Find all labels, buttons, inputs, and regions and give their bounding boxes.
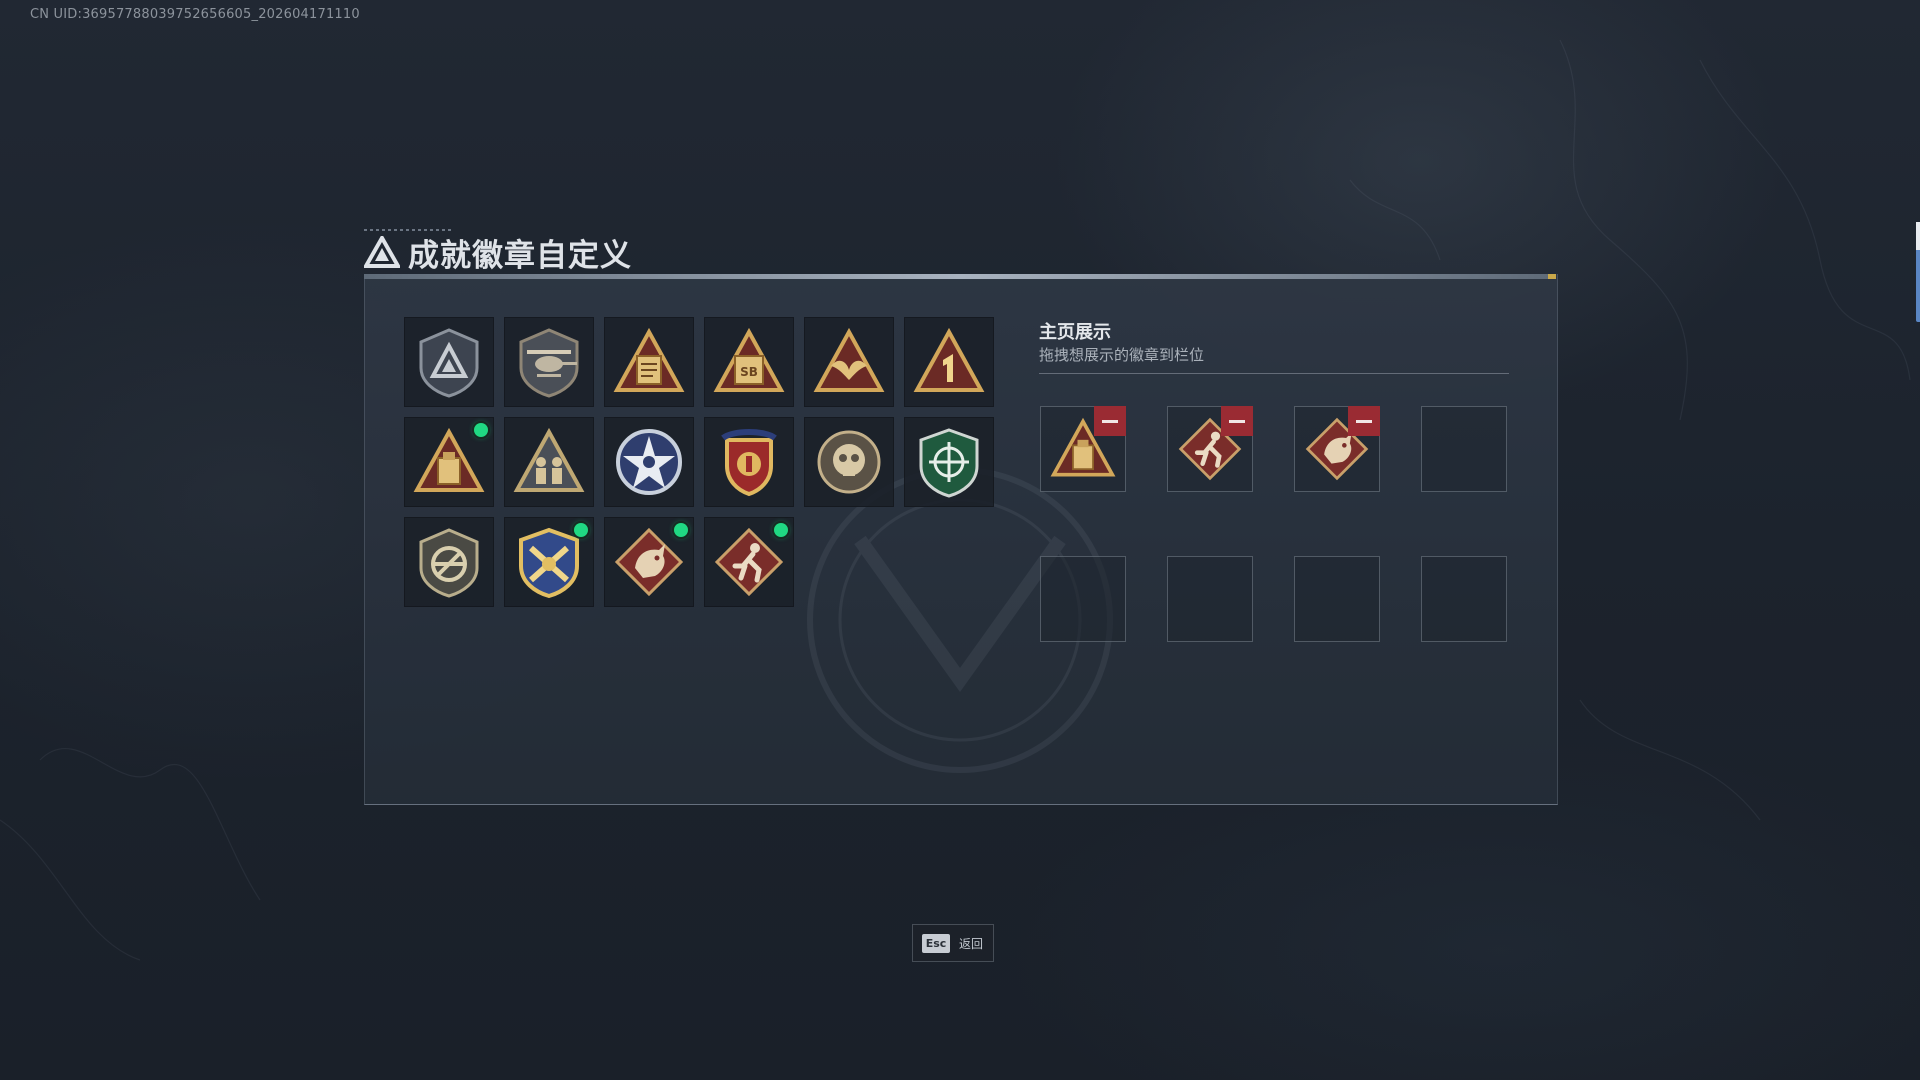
showcase-slot-2[interactable] <box>1167 406 1253 492</box>
badge-slot-runner-diamond[interactable] <box>704 517 794 607</box>
star-medal-badge-icon <box>616 429 682 495</box>
showcase-title: 主页展示 <box>1039 322 1111 343</box>
badge-slot-star-medal[interactable] <box>604 417 694 507</box>
esc-key-hint: Esc <box>922 933 950 953</box>
page-title: 成就徽章自定义 <box>408 237 632 274</box>
shield-triangle-badge-icon <box>419 328 479 398</box>
triangle-logo-icon <box>364 236 400 268</box>
runner-diamond-badge-icon <box>714 527 784 597</box>
back-button[interactable]: Esc 返回 <box>912 924 994 962</box>
new-badge-indicator <box>574 523 588 537</box>
document-triangle-badge-icon <box>613 327 685 392</box>
remove-badge-button[interactable] <box>1221 406 1253 436</box>
showcase-slot-3[interactable] <box>1294 406 1380 492</box>
skull-emblem-badge-icon <box>817 430 881 494</box>
side-tab-highlight <box>1916 222 1920 250</box>
green-crosshair-shield-badge-icon <box>919 428 979 498</box>
badge-inventory-grid: SB <box>404 317 994 607</box>
new-badge-indicator <box>474 423 488 437</box>
new-badge-indicator <box>674 523 688 537</box>
new-badge-indicator <box>774 523 788 537</box>
helicopter-badge-icon <box>519 328 579 398</box>
remove-badge-button[interactable] <box>1094 406 1126 436</box>
showcase-slot-1[interactable] <box>1040 406 1126 492</box>
minus-icon <box>1356 419 1372 423</box>
badge-slot-skull-emblem[interactable] <box>804 417 894 507</box>
svg-text:SB: SB <box>740 365 758 379</box>
badge-slot-number-one-triangle[interactable] <box>904 317 994 407</box>
badge-slot-bird-triangle[interactable] <box>804 317 894 407</box>
badge-slot-no-rifle-shield[interactable] <box>404 517 494 607</box>
minus-icon <box>1229 419 1245 423</box>
bird-triangle-badge-icon <box>813 327 885 392</box>
showcase-slot-5[interactable] <box>1040 556 1126 642</box>
badge-slot-dragon-diamond[interactable] <box>604 517 694 607</box>
minus-icon <box>1102 419 1118 423</box>
badge-slot-soldiers-triangle[interactable] <box>504 417 594 507</box>
number-one-triangle-badge-icon <box>913 327 985 392</box>
badge-slot-green-crosshair-shield[interactable] <box>904 417 994 507</box>
player-uid-label: CN UID:36957788039752656605_202604171110 <box>30 7 360 22</box>
no-rifle-shield-badge-icon <box>419 528 479 598</box>
badge-slot-shield-triangle[interactable] <box>404 317 494 407</box>
showcase-slot-6[interactable] <box>1167 556 1253 642</box>
sb-triangle-badge-icon: SB <box>713 327 785 392</box>
page-header: 成就徽章自定义 <box>364 232 632 274</box>
gold-crossed-arms-badge-icon <box>519 527 579 598</box>
showcase-slot-8[interactable] <box>1421 556 1507 642</box>
remove-badge-button[interactable] <box>1348 406 1380 436</box>
badge-slot-document-triangle[interactable] <box>604 317 694 407</box>
badge-slot-eagle-crest[interactable] <box>704 417 794 507</box>
back-label: 返回 <box>959 936 984 951</box>
showcase-slot-grid <box>1040 406 1507 642</box>
soldiers-triangle-badge-icon <box>513 427 585 492</box>
panel-top-bar <box>364 274 1556 279</box>
showcase-slot-4[interactable] <box>1421 406 1507 492</box>
dragon-diamond-badge-icon <box>614 527 684 597</box>
showcase-subtitle: 拖拽想展示的徽章到栏位 <box>1039 346 1205 364</box>
badge-slot-sb-triangle[interactable]: SB <box>704 317 794 407</box>
showcase-divider <box>1039 373 1509 374</box>
eagle-crest-badge-icon <box>721 429 777 497</box>
badge-slot-helicopter[interactable] <box>504 317 594 407</box>
crate-triangle-badge-icon <box>413 427 485 492</box>
badge-slot-gold-crossed-arms[interactable] <box>504 517 594 607</box>
showcase-slot-7[interactable] <box>1294 556 1380 642</box>
badge-slot-crate-triangle[interactable] <box>404 417 494 507</box>
